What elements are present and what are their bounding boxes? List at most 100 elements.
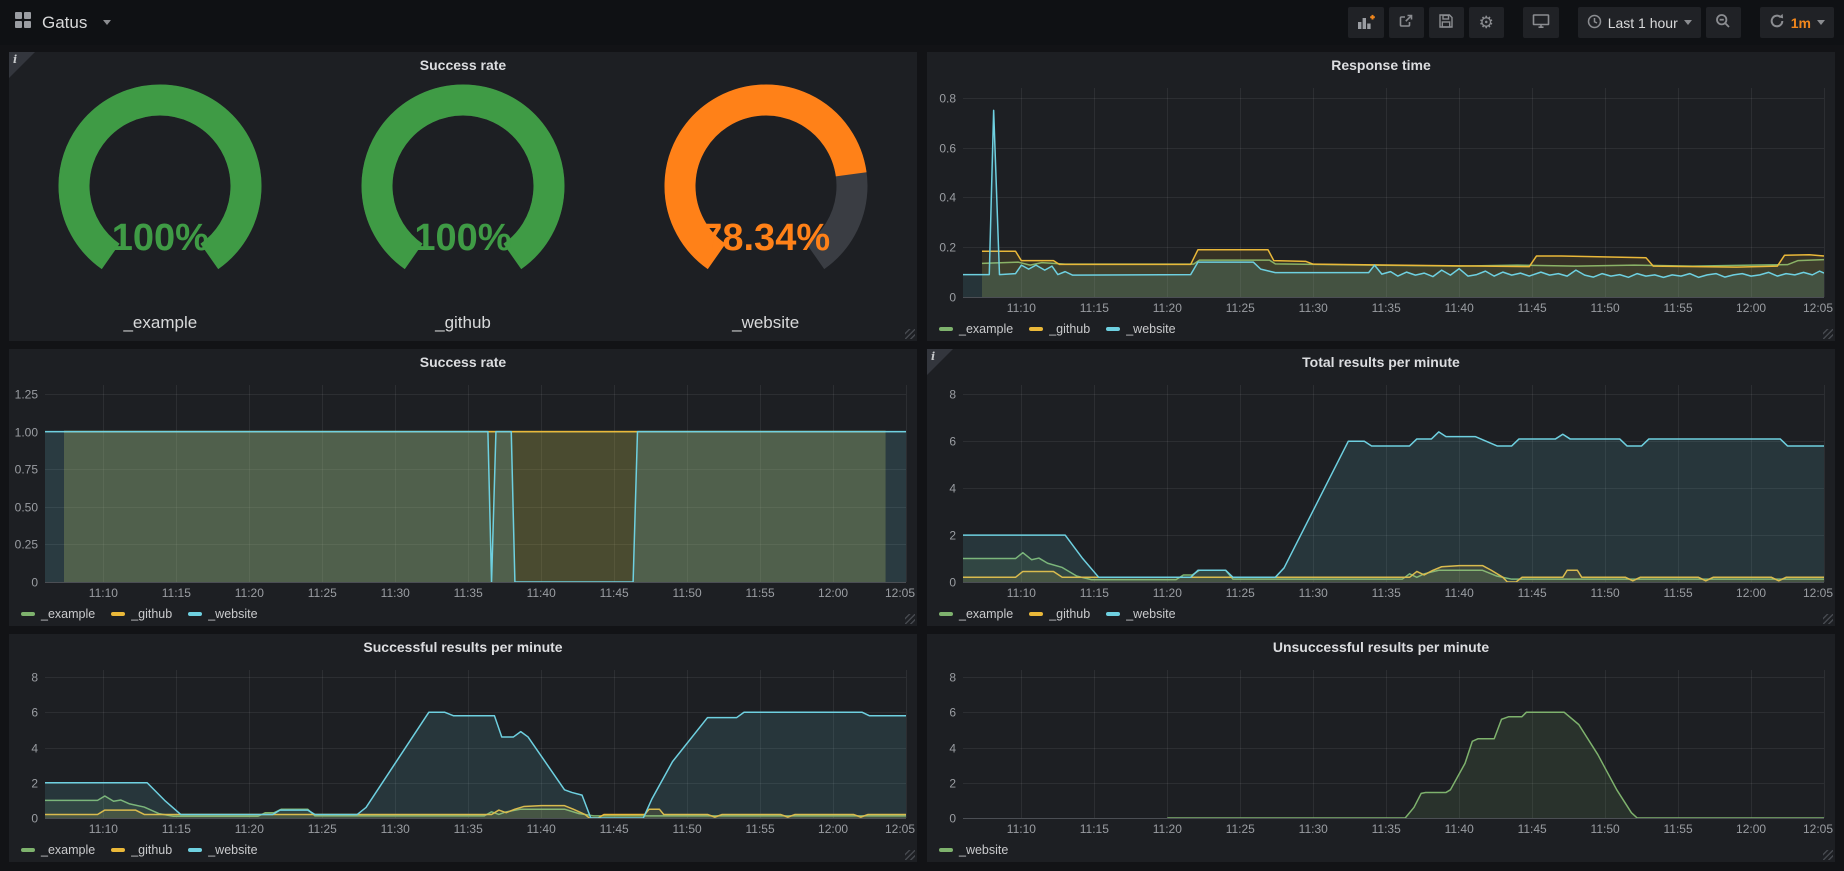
time-range-label: Last 1 hour <box>1608 15 1678 31</box>
share-button[interactable] <box>1389 7 1424 38</box>
gauge-github: 100% _github <box>312 79 615 341</box>
panel-total-results: i Total results per minute _example _gith… <box>927 349 1835 626</box>
legend-item-_website[interactable]: _website <box>188 843 257 857</box>
refresh-picker[interactable]: 1m <box>1760 7 1834 38</box>
clock-icon <box>1587 14 1602 32</box>
total-results-chart[interactable] <box>927 376 1835 602</box>
legend: _example _github _website <box>9 838 917 862</box>
legend-label: _example <box>959 322 1013 336</box>
response-time-chart[interactable] <box>927 79 1835 317</box>
legend-item-_website[interactable]: _website <box>1106 607 1175 621</box>
gauge-value: 78.34% <box>614 217 917 260</box>
legend-item-_website[interactable]: _website <box>1106 322 1175 336</box>
gauge-label: _example <box>9 313 312 333</box>
gauge-website: 78.34% _website <box>614 79 917 341</box>
legend-swatch <box>939 612 953 616</box>
navbar: Gatus <box>0 0 1844 45</box>
legend-label: _github <box>131 843 172 857</box>
legend-swatch <box>188 848 202 852</box>
legend-label: _website <box>1126 322 1175 336</box>
legend-label: _website <box>1126 607 1175 621</box>
panel-unsuccessful-results: Unsuccessful results per minute _website <box>927 634 1835 862</box>
panel-success-rate-timeseries: Success rate _example _github _website <box>9 349 917 626</box>
panel-title[interactable]: Success rate <box>9 349 917 376</box>
panel-resize-handle[interactable] <box>1823 614 1833 624</box>
panel-resize-handle[interactable] <box>1823 329 1833 339</box>
panel-info-icon[interactable]: i <box>9 52 35 78</box>
settings-button[interactable]: ⚙ <box>1469 7 1504 38</box>
legend-swatch <box>21 848 35 852</box>
panel-title[interactable]: Total results per minute <box>927 349 1835 376</box>
chevron-down-icon <box>103 20 111 29</box>
legend-swatch <box>188 612 202 616</box>
legend-item-_example[interactable]: _example <box>21 607 95 621</box>
panel-response-time: Response time _example _github _website <box>927 52 1835 341</box>
legend-label: _website <box>208 843 257 857</box>
legend-label: _github <box>1049 607 1090 621</box>
legend-item-_example[interactable]: _example <box>939 607 1013 621</box>
zoom-out-icon <box>1715 13 1731 32</box>
legend-item-_github[interactable]: _github <box>111 607 172 621</box>
panel-title[interactable]: Unsuccessful results per minute <box>927 634 1835 661</box>
legend-item-_website[interactable]: _website <box>939 843 1008 857</box>
refresh-interval-label: 1m <box>1791 15 1811 31</box>
add-panel-button[interactable] <box>1348 7 1384 38</box>
legend-label: _github <box>1049 322 1090 336</box>
panel-info-icon[interactable]: i <box>927 349 953 375</box>
gauge-value: 100% <box>312 217 615 260</box>
cycle-view-mode-button[interactable] <box>1523 7 1559 38</box>
dashboards-grid-icon <box>14 11 32 34</box>
legend-swatch <box>1029 327 1043 331</box>
legend-swatch <box>1029 612 1043 616</box>
panel-resize-handle[interactable] <box>905 329 915 339</box>
zoom-out-button[interactable] <box>1706 7 1741 38</box>
legend-swatch <box>1106 327 1120 331</box>
legend-item-_github[interactable]: _github <box>1029 607 1090 621</box>
legend-label: _website <box>208 607 257 621</box>
successful-results-chart[interactable] <box>9 661 917 838</box>
gauge-row: 100% _example 100% _github 78.34% _websi… <box>9 79 917 341</box>
success-rate-chart[interactable] <box>9 376 917 602</box>
chevron-down-icon <box>1684 20 1692 29</box>
panel-resize-handle[interactable] <box>905 850 915 860</box>
panel-title[interactable]: Successful results per minute <box>9 634 917 661</box>
legend-swatch <box>21 612 35 616</box>
dashboard-title: Gatus <box>42 13 87 33</box>
chevron-down-icon <box>1817 20 1825 29</box>
legend-label: _example <box>959 607 1013 621</box>
gauge-value: 100% <box>9 217 312 260</box>
save-button[interactable] <box>1429 7 1464 38</box>
share-icon <box>1398 13 1414 32</box>
legend-item-_example[interactable]: _example <box>939 322 1013 336</box>
gauge-label: _github <box>312 313 615 333</box>
legend-label: _github <box>131 607 172 621</box>
gauge-example: 100% _example <box>9 79 312 341</box>
add-panel-icon <box>1357 13 1375 33</box>
legend-item-_github[interactable]: _github <box>111 843 172 857</box>
legend-item-_github[interactable]: _github <box>1029 322 1090 336</box>
legend-label: _website <box>959 843 1008 857</box>
unsuccessful-results-chart[interactable] <box>927 661 1835 838</box>
panel-resize-handle[interactable] <box>1823 850 1833 860</box>
legend-swatch <box>939 848 953 852</box>
panel-success-rate-gauges: i Success rate 100% _example 100% _githu… <box>9 52 917 341</box>
legend-item-_example[interactable]: _example <box>21 843 95 857</box>
legend-item-_website[interactable]: _website <box>188 607 257 621</box>
legend-swatch <box>111 848 125 852</box>
gauge-label: _website <box>614 313 917 333</box>
legend-label: _example <box>41 607 95 621</box>
dashboard-selector[interactable]: Gatus <box>14 11 111 34</box>
monitor-icon <box>1532 13 1550 32</box>
panel-title[interactable]: Response time <box>927 52 1835 79</box>
legend: _example _github _website <box>927 602 1835 626</box>
legend-swatch <box>1106 612 1120 616</box>
panel-title[interactable]: Success rate <box>9 52 917 79</box>
legend-swatch <box>939 327 953 331</box>
panel-successful-results: Successful results per minute _example _g… <box>9 634 917 862</box>
panel-resize-handle[interactable] <box>905 614 915 624</box>
dashboard-grid: i Success rate 100% _example 100% _githu… <box>0 45 1844 862</box>
time-range-picker[interactable]: Last 1 hour <box>1578 7 1701 38</box>
legend: _website <box>927 838 1835 862</box>
gear-icon: ⚙ <box>1479 14 1494 31</box>
legend: _example _github _website <box>927 317 1835 341</box>
